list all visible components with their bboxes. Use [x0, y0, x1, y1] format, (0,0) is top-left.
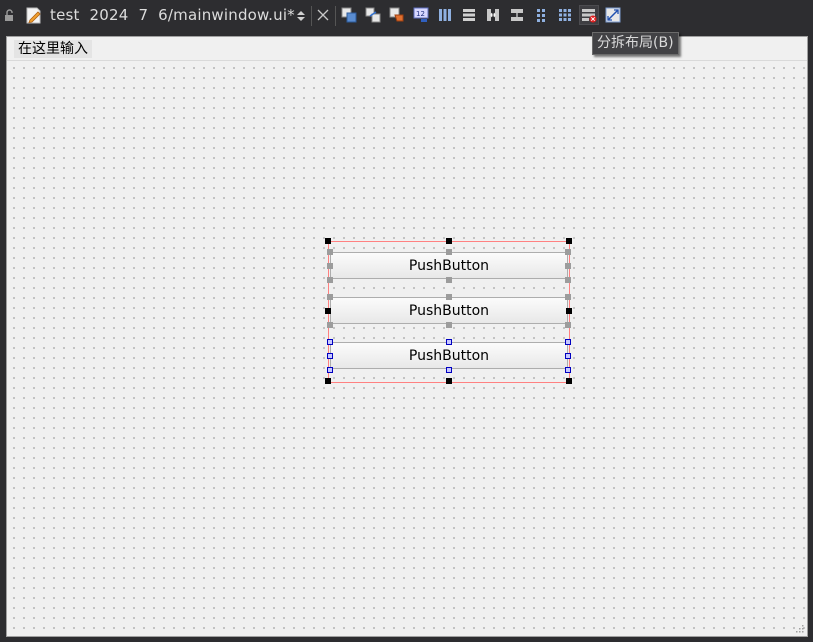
current-widget-handle[interactable] [327, 339, 333, 345]
lock-icon[interactable] [4, 9, 15, 22]
widget-handle [565, 322, 571, 328]
current-widget-handle[interactable] [327, 367, 333, 373]
splitter-vertical-icon[interactable] [508, 6, 526, 24]
menu-bar: 在这里输入 [7, 37, 807, 61]
resize-grip-icon[interactable] [794, 623, 804, 633]
toolbar-separator [311, 6, 312, 26]
current-widget-handle[interactable] [327, 353, 333, 359]
layout-resize-handle[interactable] [325, 378, 331, 384]
current-widget-handle[interactable] [565, 353, 571, 359]
splitter-horizontal-icon[interactable] [484, 6, 502, 24]
widget-handle [327, 294, 333, 300]
file-title: test 2024 7 6/mainwindow.ui* [50, 6, 295, 24]
layout-resize-handle[interactable] [446, 378, 452, 384]
tooltip: 分拆布局(B) [592, 32, 679, 55]
file-edit-icon [26, 7, 41, 24]
push-button-2[interactable]: PushButton [330, 297, 568, 324]
widget-handle [327, 249, 333, 255]
widget-handle [565, 277, 571, 283]
file-stepper-icon[interactable] [296, 9, 306, 23]
layout-resize-handle[interactable] [446, 238, 452, 244]
widget-handle [327, 322, 333, 328]
break-layout-icon[interactable] [579, 5, 599, 25]
current-widget-handle[interactable] [565, 367, 571, 373]
layout-form-icon[interactable] [532, 6, 550, 24]
widget-handle [565, 263, 571, 269]
layout-resize-handle[interactable] [566, 378, 572, 384]
adjust-size-icon[interactable] [604, 6, 622, 24]
current-widget-handle[interactable] [565, 339, 571, 345]
push-button-3[interactable]: PushButton [330, 342, 568, 369]
vertical-layout[interactable]: PushButton PushButton PushButton [325, 238, 572, 384]
current-widget-handle[interactable] [446, 339, 452, 345]
widget-handle [446, 249, 452, 255]
widget-handle [327, 277, 333, 283]
layout-vertical-icon[interactable] [460, 6, 478, 24]
designer-toolbar: test 2024 7 6/mainwindow.ui* 12 [0, 0, 813, 32]
layout-horizontal-icon[interactable] [436, 6, 454, 24]
layout-resize-handle[interactable] [325, 238, 331, 244]
layout-grid-icon[interactable] [556, 6, 574, 24]
widget-handle [327, 263, 333, 269]
layout-resize-handle[interactable] [325, 308, 331, 314]
toolbar-separator [335, 6, 336, 26]
layout-resize-handle[interactable] [566, 238, 572, 244]
widget-handle [565, 294, 571, 300]
widget-handle [446, 322, 452, 328]
menu-type-here[interactable]: 在这里输入 [14, 40, 92, 58]
edit-tab-order-icon[interactable]: 12 [412, 6, 430, 24]
widget-handle [446, 294, 452, 300]
widget-handle [565, 249, 571, 255]
edit-signals-slots-icon[interactable] [364, 6, 382, 24]
edit-widgets-icon[interactable] [340, 6, 358, 24]
push-button-1[interactable]: PushButton [330, 252, 568, 279]
close-icon[interactable] [317, 9, 329, 21]
current-widget-handle[interactable] [446, 367, 452, 373]
svg-text:12: 12 [416, 10, 425, 18]
form-canvas[interactable]: 在这里输入 PushButton PushButton PushButton [6, 36, 808, 637]
layout-resize-handle[interactable] [566, 308, 572, 314]
edit-buddies-icon[interactable] [388, 6, 406, 24]
widget-handle [446, 277, 452, 283]
